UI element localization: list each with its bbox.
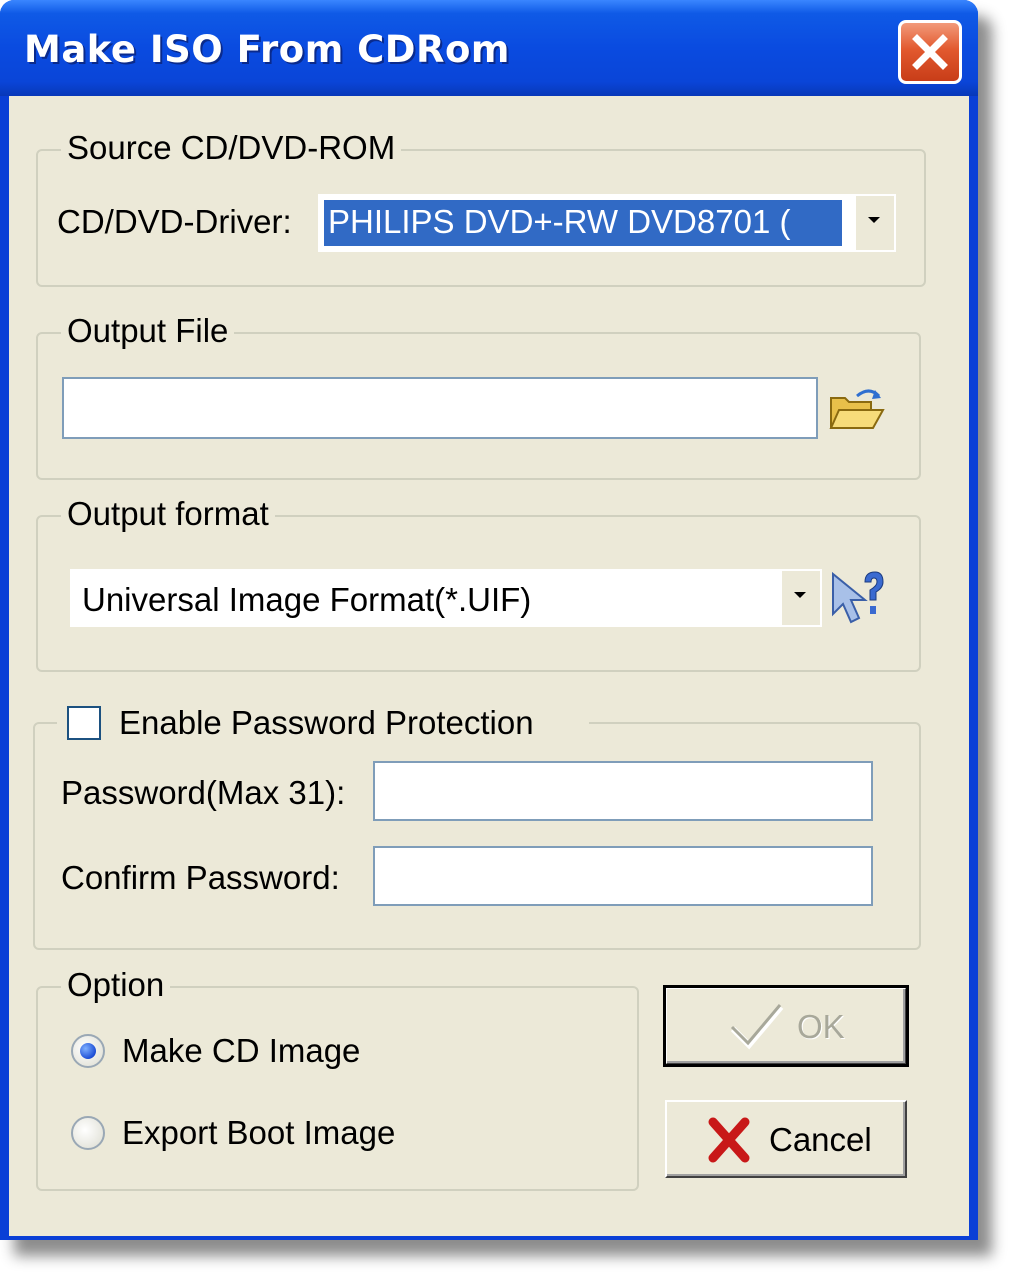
- close-icon: [912, 34, 948, 70]
- dialog-body: Source CD/DVD-ROM CD/DVD-Driver: PHILIPS…: [9, 96, 969, 1236]
- driver-select[interactable]: PHILIPS DVD+-RW DVD8701 (: [318, 194, 896, 252]
- dialog-window: Make ISO From CDRom Source CD/DVD-ROM CD…: [0, 0, 978, 1240]
- enable-password-checkbox[interactable]: [67, 706, 101, 740]
- confirm-password-label: Confirm Password:: [61, 859, 340, 896]
- confirm-password-input[interactable]: [373, 846, 873, 906]
- option-legend: Option: [61, 965, 171, 1005]
- open-folder-icon: [829, 389, 885, 429]
- driver-label: CD/DVD-Driver:: [57, 203, 292, 240]
- checkmark-icon: [730, 1004, 784, 1050]
- source-legend: Source CD/DVD-ROM: [61, 128, 402, 168]
- password-input[interactable]: [373, 761, 873, 821]
- output-format-select[interactable]: Universal Image Format(*.UIF): [70, 569, 822, 627]
- browse-button[interactable]: [827, 386, 885, 434]
- help-button[interactable]: [829, 570, 885, 626]
- driver-dropdown-button[interactable]: [854, 196, 894, 250]
- enable-password-label[interactable]: Enable Password Protection: [119, 703, 534, 743]
- option-group: [36, 986, 639, 1191]
- window-title: Make ISO From CDRom: [24, 28, 510, 71]
- close-button[interactable]: [898, 20, 962, 84]
- output-file-legend: Output File: [61, 311, 235, 351]
- export-boot-image-radio[interactable]: [71, 1116, 105, 1150]
- driver-selected-value: PHILIPS DVD+-RW DVD8701 (: [323, 199, 843, 247]
- cancel-button[interactable]: Cancel: [665, 1100, 907, 1178]
- export-boot-image-label[interactable]: Export Boot Image: [122, 1113, 395, 1153]
- output-format-legend: Output format: [61, 494, 275, 534]
- password-group: [33, 722, 921, 950]
- cancel-button-label: Cancel: [769, 1121, 872, 1158]
- ok-button[interactable]: OK: [663, 985, 909, 1067]
- password-label: Password(Max 31):: [61, 774, 346, 811]
- help-pointer-icon: [832, 571, 884, 624]
- output-file-input[interactable]: [62, 377, 818, 439]
- output-format-dropdown-button[interactable]: [780, 571, 820, 625]
- output-format-selected-value: Universal Image Format(*.UIF): [82, 581, 532, 618]
- ok-button-label: OK: [797, 1008, 845, 1045]
- red-x-icon: [708, 1117, 750, 1163]
- title-bar[interactable]: Make ISO From CDRom: [0, 0, 978, 96]
- make-cd-image-label[interactable]: Make CD Image: [122, 1031, 360, 1071]
- make-cd-image-radio[interactable]: [71, 1034, 105, 1068]
